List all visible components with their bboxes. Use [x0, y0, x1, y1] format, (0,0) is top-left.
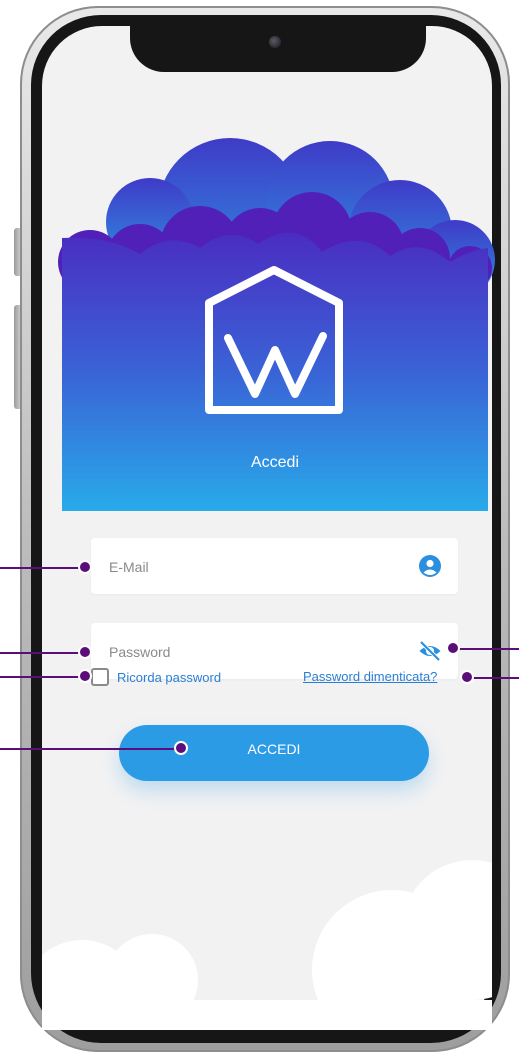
annotation-dot-email [78, 560, 92, 574]
header-banner [58, 138, 495, 511]
login-button[interactable]: ACCEDI [119, 725, 429, 781]
remember-checkbox[interactable] [91, 668, 109, 686]
email-field[interactable] [91, 538, 458, 596]
login-button-label: ACCEDI [247, 741, 301, 757]
remember-label[interactable]: Ricorda password [117, 670, 221, 685]
user-circle-icon [419, 555, 441, 577]
annotation-line-eye [452, 648, 519, 650]
page-title: Accedi [250, 454, 300, 471]
camera-icon [269, 36, 281, 48]
annotation-dot-password [78, 645, 92, 659]
email-input[interactable] [107, 538, 411, 596]
annotation-line-submit [0, 748, 180, 750]
eye-off-icon[interactable] [418, 639, 442, 663]
annotation-dot-remember [78, 669, 92, 683]
annotation-line-password [0, 652, 84, 654]
phone-mockup: Accedi Ricorda password Password dimenti… [0, 0, 519, 1056]
annotation-dot-eye [446, 641, 460, 655]
forgot-password-link[interactable]: Password dimenticata? [303, 669, 437, 684]
annotation-dot-submit [174, 741, 188, 755]
annotation-dot-forgot [460, 670, 474, 684]
bottom-clouds [42, 860, 492, 1030]
remember-password[interactable]: Ricorda password [91, 666, 221, 688]
annotation-line-email [0, 567, 84, 569]
phone-notch [130, 26, 426, 72]
annotation-line-remember [0, 676, 84, 678]
